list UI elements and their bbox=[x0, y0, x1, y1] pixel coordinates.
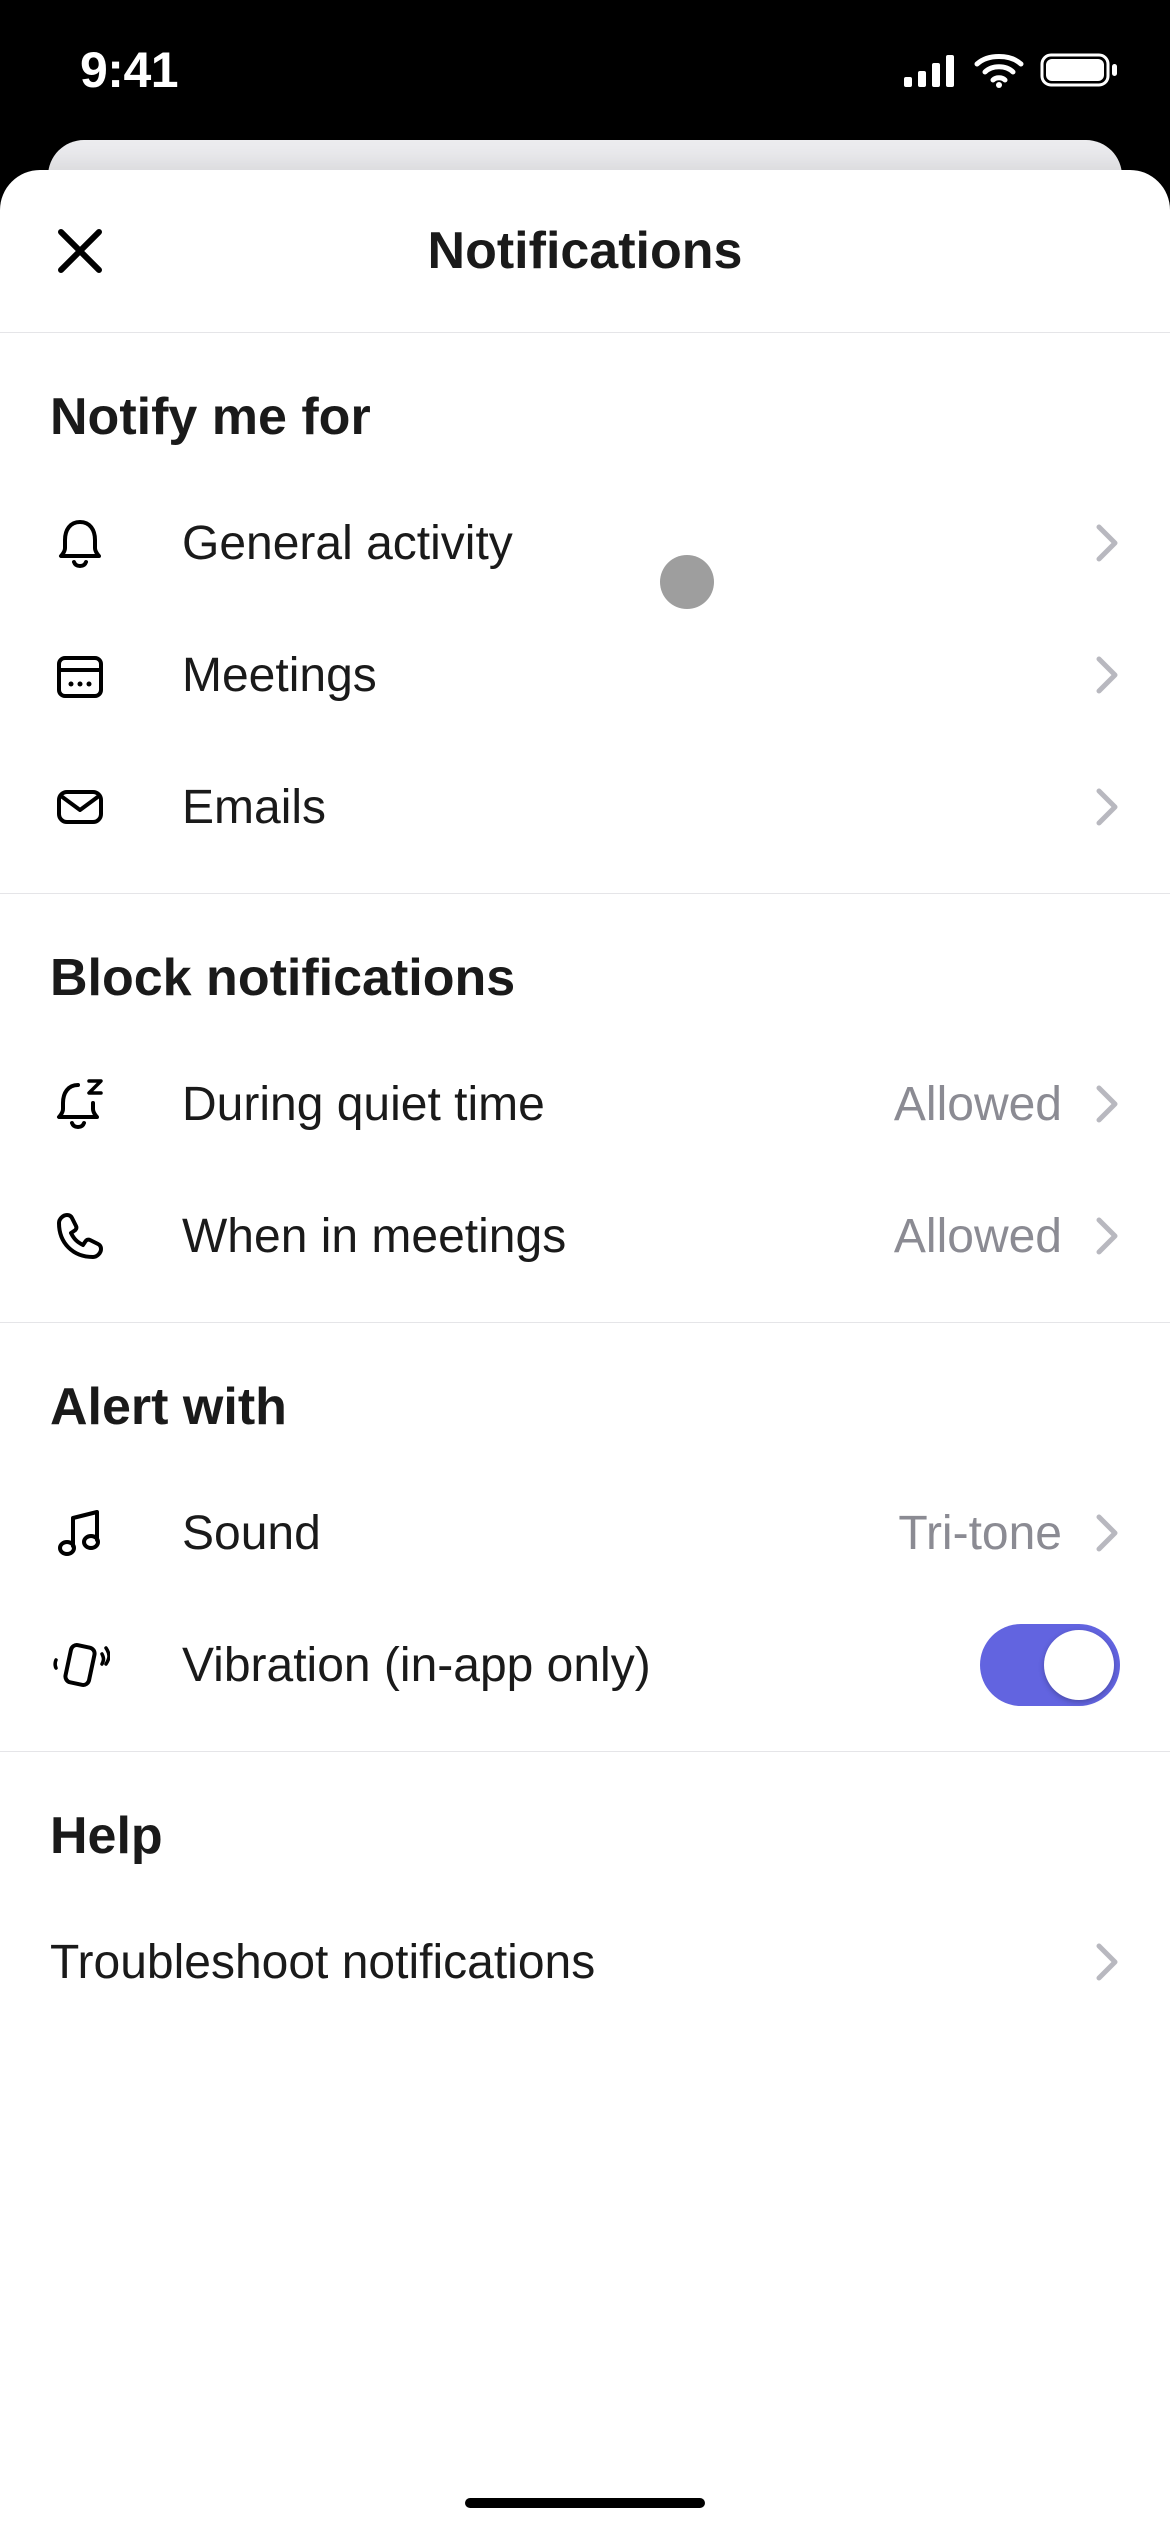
close-button[interactable] bbox=[30, 201, 130, 301]
status-time: 9:41 bbox=[80, 41, 178, 99]
status-icons bbox=[904, 51, 1120, 89]
modal-header: Notifications bbox=[0, 170, 1170, 333]
home-indicator bbox=[465, 2498, 705, 2508]
row-label: Meetings bbox=[110, 648, 1094, 703]
row-label: Troubleshoot notifications bbox=[50, 1935, 1094, 1990]
bell-snooze-icon bbox=[50, 1074, 110, 1134]
section-title-block: Block notifications bbox=[0, 894, 1170, 1038]
phone-icon bbox=[50, 1206, 110, 1266]
modal-title: Notifications bbox=[0, 221, 1170, 281]
chevron-right-icon bbox=[1094, 523, 1120, 563]
row-value: Allowed bbox=[894, 1077, 1062, 1132]
toggle-knob bbox=[1044, 1630, 1114, 1700]
row-troubleshoot[interactable]: Troubleshoot notifications bbox=[0, 1896, 1170, 2028]
battery-icon bbox=[1040, 51, 1120, 89]
section-title-notify: Notify me for bbox=[0, 333, 1170, 477]
section-title-help: Help bbox=[0, 1752, 1170, 1896]
mail-icon bbox=[50, 777, 110, 837]
row-meetings[interactable]: Meetings bbox=[0, 609, 1170, 741]
row-during-quiet-time[interactable]: During quiet time Allowed bbox=[0, 1038, 1170, 1170]
close-icon bbox=[55, 226, 105, 276]
row-label: Sound bbox=[110, 1506, 898, 1561]
chevron-right-icon bbox=[1094, 655, 1120, 695]
status-bar: 9:41 bbox=[0, 0, 1170, 140]
bell-icon bbox=[50, 513, 110, 573]
section-alert-with: Alert with Sound Tri-tone Vibration (in-… bbox=[0, 1323, 1170, 1752]
row-value: Allowed bbox=[894, 1209, 1062, 1264]
vibration-toggle[interactable] bbox=[980, 1624, 1120, 1706]
calendar-icon bbox=[50, 645, 110, 705]
vibration-icon bbox=[50, 1635, 110, 1695]
row-label: General activity bbox=[110, 516, 1094, 571]
row-general-activity[interactable]: General activity bbox=[0, 477, 1170, 609]
chevron-right-icon bbox=[1094, 1942, 1120, 1982]
chevron-right-icon bbox=[1094, 1513, 1120, 1553]
section-title-alert: Alert with bbox=[0, 1323, 1170, 1467]
music-note-icon bbox=[50, 1503, 110, 1563]
row-label: During quiet time bbox=[110, 1077, 894, 1132]
wifi-icon bbox=[974, 52, 1024, 88]
row-label: Emails bbox=[110, 780, 1094, 835]
chevron-right-icon bbox=[1094, 1084, 1120, 1124]
chevron-right-icon bbox=[1094, 1216, 1120, 1256]
row-value: Tri-tone bbox=[898, 1506, 1062, 1561]
section-help: Help Troubleshoot notifications bbox=[0, 1752, 1170, 2048]
row-emails[interactable]: Emails bbox=[0, 741, 1170, 873]
row-when-in-meetings[interactable]: When in meetings Allowed bbox=[0, 1170, 1170, 1302]
row-vibration: Vibration (in-app only) bbox=[0, 1599, 1170, 1731]
modal-sheet: Notifications Notify me for General acti… bbox=[0, 170, 1170, 2532]
row-label: When in meetings bbox=[110, 1209, 894, 1264]
chevron-right-icon bbox=[1094, 787, 1120, 827]
row-label: Vibration (in-app only) bbox=[110, 1638, 980, 1693]
cellular-icon bbox=[904, 53, 958, 87]
section-block-notifications: Block notifications During quiet time Al… bbox=[0, 894, 1170, 1323]
row-sound[interactable]: Sound Tri-tone bbox=[0, 1467, 1170, 1599]
section-notify-me-for: Notify me for General activity Meetings bbox=[0, 333, 1170, 894]
